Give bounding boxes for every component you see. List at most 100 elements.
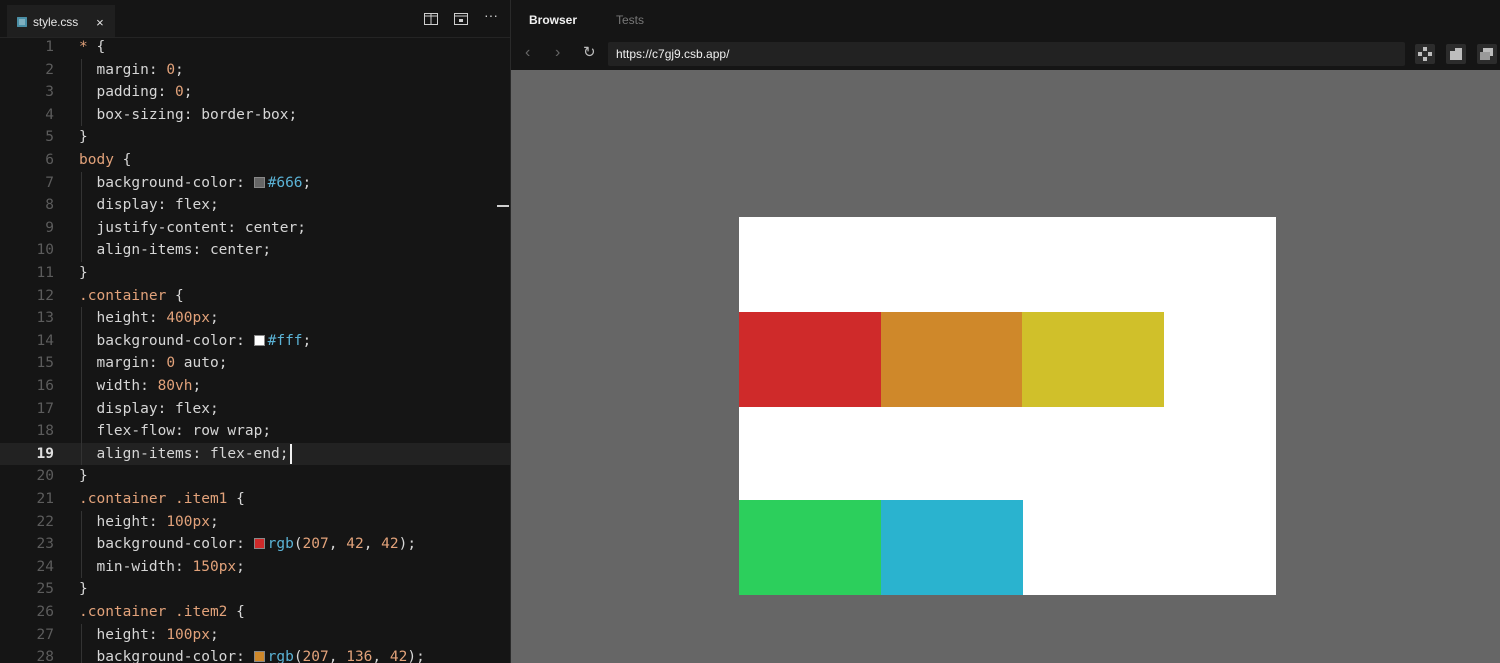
- tab-tests[interactable]: Tests: [616, 13, 644, 27]
- flex-item-4: [739, 500, 881, 595]
- code-line[interactable]: 28 background-color: rgb(207, 136, 42);: [0, 646, 510, 663]
- code-line[interactable]: 16 width: 80vh;: [0, 375, 510, 398]
- code-token: height:: [79, 626, 167, 643]
- code-token: (: [293, 536, 303, 553]
- code-text: .container .item2 {: [79, 601, 245, 624]
- code-line[interactable]: 11}: [0, 262, 510, 285]
- restore-icon[interactable]: [1477, 44, 1497, 64]
- code-line[interactable]: 26 .container .item2 {: [0, 601, 510, 624]
- code-token: body: [79, 152, 123, 168]
- line-number: 22: [36, 513, 54, 530]
- code-token: background-color:: [79, 174, 254, 191]
- code-line[interactable]: 4 box-sizing: border-box;: [0, 104, 510, 127]
- code-line[interactable]: 5}: [0, 126, 510, 149]
- code-token: #666: [267, 174, 303, 191]
- code-token: 100px: [166, 626, 210, 643]
- code-token: 400px: [166, 310, 210, 327]
- code-token: *: [79, 39, 97, 55]
- code-text: background-color: #fff;: [79, 330, 311, 353]
- code-line[interactable]: 27 height: 100px;: [0, 624, 510, 647]
- code-token: margin:: [79, 355, 167, 372]
- code-text: align-items: center;: [79, 239, 271, 262]
- indent-guide: [81, 623, 82, 663]
- code-line[interactable]: 17 display: flex;: [0, 398, 510, 421]
- code-line[interactable]: 9 justify-content: center;: [0, 217, 510, 240]
- code-token: 42: [389, 649, 408, 663]
- line-number: 17: [36, 400, 54, 417]
- line-number: 3: [45, 84, 54, 101]
- code-line[interactable]: 10 align-items: center;: [0, 239, 510, 262]
- code-line[interactable]: 23 background-color: rgb(207, 42, 42);: [0, 533, 510, 556]
- code-token: 207: [302, 649, 329, 663]
- line-number: 11: [36, 265, 54, 281]
- back-icon[interactable]: ‹: [525, 44, 530, 62]
- code-token: height:: [79, 513, 167, 530]
- code-token: }: [79, 468, 88, 485]
- forward-icon[interactable]: ›: [555, 44, 560, 62]
- url-bar[interactable]: https://c7gj9.csb.app/: [608, 42, 1405, 66]
- code-line[interactable]: 6 body {: [0, 149, 510, 172]
- code-line[interactable]: 7 background-color: #666;: [0, 172, 510, 195]
- code-token: ,: [372, 649, 390, 663]
- code-token: ;: [209, 310, 219, 327]
- line-number: 14: [36, 332, 54, 349]
- line-number: 26: [36, 604, 54, 620]
- code-token: rgb: [267, 649, 294, 663]
- tab-browser[interactable]: Browser: [529, 13, 577, 27]
- code-line[interactable]: 3 padding: 0;: [0, 81, 510, 104]
- color-swatch-icon[interactable]: [253, 651, 265, 663]
- code-editor[interactable]: style.css × ··· 1 * {2 margin: 0; 3 paddin…: [0, 0, 510, 663]
- open-new-window-icon[interactable]: [1446, 44, 1466, 64]
- code-token: .container .item1: [79, 491, 237, 507]
- code-line[interactable]: 24 min-width: 150px;: [0, 556, 510, 579]
- split-editor-icon[interactable]: [424, 13, 438, 25]
- close-icon[interactable]: ×: [96, 16, 104, 29]
- code-line[interactable]: 22 height: 100px;: [0, 511, 510, 534]
- code-token: );: [398, 536, 417, 553]
- code-line[interactable]: 1 * {: [0, 36, 510, 59]
- code-token: ,: [363, 536, 382, 553]
- code-line[interactable]: 2 margin: 0;: [0, 59, 510, 82]
- code-token: 0: [175, 84, 184, 101]
- code-token: ;: [183, 84, 193, 101]
- code-token: width:: [79, 378, 158, 394]
- line-number: 10: [36, 242, 54, 259]
- code-line[interactable]: 20}: [0, 465, 510, 488]
- line-number: 24: [36, 558, 54, 575]
- code-line[interactable]: 25}: [0, 578, 510, 601]
- code-line[interactable]: 13 height: 400px;: [0, 307, 510, 330]
- code-line[interactable]: 12 .container {: [0, 285, 510, 308]
- code-line[interactable]: 15 margin: 0 auto;: [0, 352, 510, 375]
- preview-icon[interactable]: [454, 13, 468, 25]
- line-number: 21: [36, 491, 54, 507]
- tab-style-css[interactable]: style.css ×: [7, 5, 115, 37]
- refresh-icon[interactable]: ↻: [583, 44, 596, 62]
- code-token: ,: [328, 536, 347, 553]
- code-token: background-color:: [79, 536, 254, 553]
- line-number: 9: [45, 219, 54, 236]
- code-line[interactable]: 14 background-color: #fff;: [0, 330, 510, 353]
- more-icon[interactable]: ···: [484, 8, 498, 22]
- color-swatch-icon[interactable]: [253, 538, 265, 550]
- code-text: width: 80vh;: [79, 375, 201, 398]
- code-token: 100px: [166, 513, 210, 530]
- code-token: ;: [175, 61, 184, 78]
- code-area[interactable]: 1 * {2 margin: 0; 3 padding: 0; 4 box-sizin…: [0, 36, 510, 663]
- code-token: padding:: [79, 84, 176, 101]
- code-token: 0: [166, 355, 176, 372]
- code-token: flex-flow: row wrap;: [79, 423, 272, 440]
- code-line[interactable]: 8 display: flex;: [0, 194, 510, 217]
- indent-guide: [81, 307, 82, 466]
- code-line[interactable]: 21 .container .item1 {: [0, 488, 510, 511]
- color-swatch-icon[interactable]: [253, 176, 265, 188]
- code-line[interactable]: 18 flex-flow: row wrap;: [0, 420, 510, 443]
- code-text: display: flex;: [79, 398, 218, 421]
- code-token: 136: [346, 649, 373, 663]
- code-token: {: [236, 491, 245, 507]
- color-swatch-icon[interactable]: [253, 334, 265, 346]
- code-line[interactable]: 19 align-items: flex-end;: [0, 442, 510, 466]
- move-icon[interactable]: [1415, 44, 1435, 64]
- tab-filename: style.css: [33, 15, 79, 29]
- line-number: 6: [45, 152, 54, 168]
- code-text: box-sizing: border-box;: [79, 104, 297, 127]
